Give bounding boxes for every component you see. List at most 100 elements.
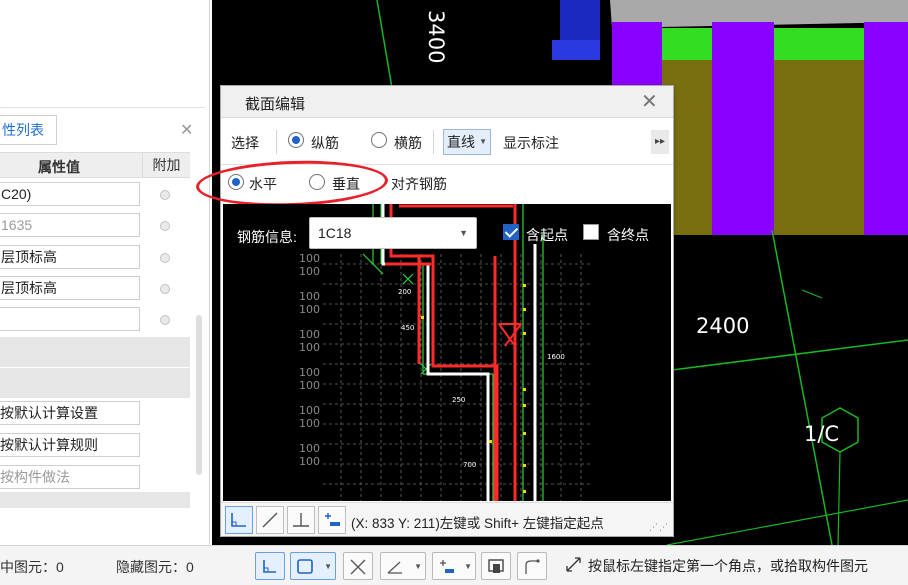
cross-icon: [350, 559, 366, 575]
rectangle-icon: [297, 559, 313, 574]
property-value-field[interactable]: 层顶标高: [0, 276, 140, 300]
dialog-bottom-toolbar: (X: 833 Y: 211)左键或 Shift+ 左键指定起点 ⋰⋰: [221, 502, 673, 536]
line-mode-value: 直线: [447, 134, 475, 150]
perpendicular-icon: [293, 513, 309, 527]
tick-label: 100: [299, 379, 320, 392]
dialog-title: 截面编辑: [245, 96, 306, 113]
screen-capture-button[interactable]: [481, 552, 511, 580]
offset-icon: [325, 513, 340, 526]
section-edit-dialog: 截面编辑 ✕ 选择 纵筋 横筋 直线 ▼ 显示标注 ▸▸ 水平 垂直 对齐钢筋: [195, 85, 674, 537]
coordinate-hint: (X: 833 Y: 211)左键或 Shift+ 左键指定起点: [351, 516, 604, 531]
diagonal-line-icon: [262, 512, 278, 528]
angle-icon: [387, 561, 402, 574]
resize-grip-icon[interactable]: ⋰⋰: [649, 522, 669, 533]
status-hint: 按鼠标左键指定第一个角点，或拾取构件图元: [566, 556, 868, 576]
angle-tool-button[interactable]: ▼: [380, 552, 426, 580]
add-radio-icon[interactable]: [160, 315, 170, 325]
add-radio-icon[interactable]: [160, 284, 170, 294]
include-end-label[interactable]: 含终点: [607, 225, 649, 245]
offset-tool-button[interactable]: ▼: [432, 552, 476, 580]
rebar-info-dropdown[interactable]: 1C18 ▼: [309, 217, 477, 249]
stirrup-radio[interactable]: [371, 132, 387, 148]
property-group-row[interactable]: [0, 368, 190, 398]
resize-arrow-icon: [566, 557, 581, 572]
tick-label: 100: [299, 290, 320, 303]
rebar-info-value: 1C18: [318, 225, 352, 241]
diagonal-draw-button[interactable]: [256, 506, 284, 534]
panel-blank-area: [0, 0, 205, 108]
rect-select-button[interactable]: ▼: [290, 552, 336, 580]
toolbar-divider: [276, 130, 277, 154]
close-icon[interactable]: ✕: [641, 89, 658, 114]
longitudinal-label[interactable]: 纵筋: [311, 133, 339, 153]
stirrup-label[interactable]: 横筋: [394, 133, 422, 153]
property-group-row[interactable]: [0, 337, 190, 367]
add-radio-icon[interactable]: [160, 221, 170, 231]
property-value-field[interactable]: C20): [0, 182, 140, 206]
tick-label: 100: [299, 328, 320, 341]
tick-label: 100: [299, 265, 320, 278]
dialog-toolbar: 选择 纵筋 横筋 直线 ▼ 显示标注 ▸▸: [221, 124, 673, 160]
property-table-header: 属性值 附加: [0, 152, 190, 178]
header-add: 附加: [142, 153, 190, 177]
default-calc-rules-button[interactable]: 按默认计算规则: [0, 433, 140, 457]
perpendicular-button[interactable]: [287, 506, 315, 534]
ortho-draw-button[interactable]: [225, 506, 253, 534]
tick-label: 100: [299, 303, 320, 316]
screen-icon: [488, 559, 504, 573]
offset-icon: [440, 560, 454, 573]
more-options-icon[interactable]: ▸▸: [651, 130, 669, 154]
dimension-label: 2400: [696, 314, 750, 338]
tick-label: 100: [299, 404, 320, 417]
tick-label: 100: [299, 455, 320, 468]
ortho-icon: [263, 560, 276, 573]
dimension-text: 450: [401, 324, 414, 332]
dimension-text: 700: [463, 461, 476, 469]
toolbar-divider: [433, 130, 434, 154]
property-value-field[interactable]: 1635: [0, 213, 140, 237]
dimension-text: 250: [452, 396, 465, 404]
chevron-down-icon: ▼: [464, 562, 472, 571]
add-radio-icon[interactable]: [160, 190, 170, 200]
chevron-down-icon: ▼: [479, 137, 487, 146]
property-value-field[interactable]: 层顶标高: [0, 245, 140, 269]
chevron-down-icon: ▼: [324, 562, 332, 571]
add-radio-icon[interactable]: [160, 253, 170, 263]
component-method-button[interactable]: 按构件做法: [0, 465, 140, 489]
align-rebar-label[interactable]: 对齐钢筋: [391, 174, 447, 194]
property-panel: 性列表 ✕ 属性值 附加 C20) 1635 层顶标高 层顶标高 按默认计算设置…: [0, 0, 210, 545]
chevron-down-icon: ▼: [414, 562, 422, 571]
longitudinal-radio[interactable]: [288, 132, 304, 148]
hidden-count: 隐藏图元：0: [116, 559, 194, 575]
tab-property-list[interactable]: 性列表: [0, 115, 57, 145]
dimension-text: 200: [398, 288, 411, 296]
tick-label: 100: [299, 442, 320, 455]
axis-label: 1/C: [804, 422, 840, 446]
dialog-titlebar[interactable]: 截面编辑 ✕: [221, 86, 673, 118]
dimension-text: 1600: [547, 353, 565, 361]
offset-draw-button[interactable]: [318, 506, 346, 534]
property-value-field[interactable]: [0, 307, 140, 331]
close-icon[interactable]: ✕: [180, 120, 193, 140]
include-start-checkbox[interactable]: [503, 224, 519, 240]
include-start-label[interactable]: 含起点: [526, 225, 568, 245]
chevron-down-icon: ▼: [459, 228, 468, 238]
section-canvas[interactable]: 200 450 250 700 1600 100 100 100 100 100…: [223, 204, 671, 501]
arc-tool-button[interactable]: [517, 552, 547, 580]
status-hint-text: 按鼠标左键指定第一个角点，或拾取构件图元: [588, 558, 868, 574]
include-end-checkbox[interactable]: [583, 224, 599, 240]
arc-icon: [525, 559, 540, 574]
selected-count: 中图元：0: [0, 559, 64, 575]
tick-label: 100: [299, 417, 320, 430]
cross-select-button[interactable]: [343, 552, 373, 580]
header-value: 属性值: [38, 159, 80, 175]
select-label: 选择: [231, 135, 259, 151]
ortho-icon: [231, 513, 246, 527]
default-calc-settings-button[interactable]: 按默认计算设置: [0, 401, 140, 425]
ortho-snap-button[interactable]: [255, 552, 285, 580]
panel-scrollbar[interactable]: [196, 315, 202, 475]
line-mode-dropdown[interactable]: 直线 ▼: [443, 129, 491, 155]
dimension-label: 3400: [424, 10, 448, 64]
show-mark-toggle[interactable]: 显示标注: [503, 133, 559, 153]
tick-label: 100: [299, 252, 320, 265]
